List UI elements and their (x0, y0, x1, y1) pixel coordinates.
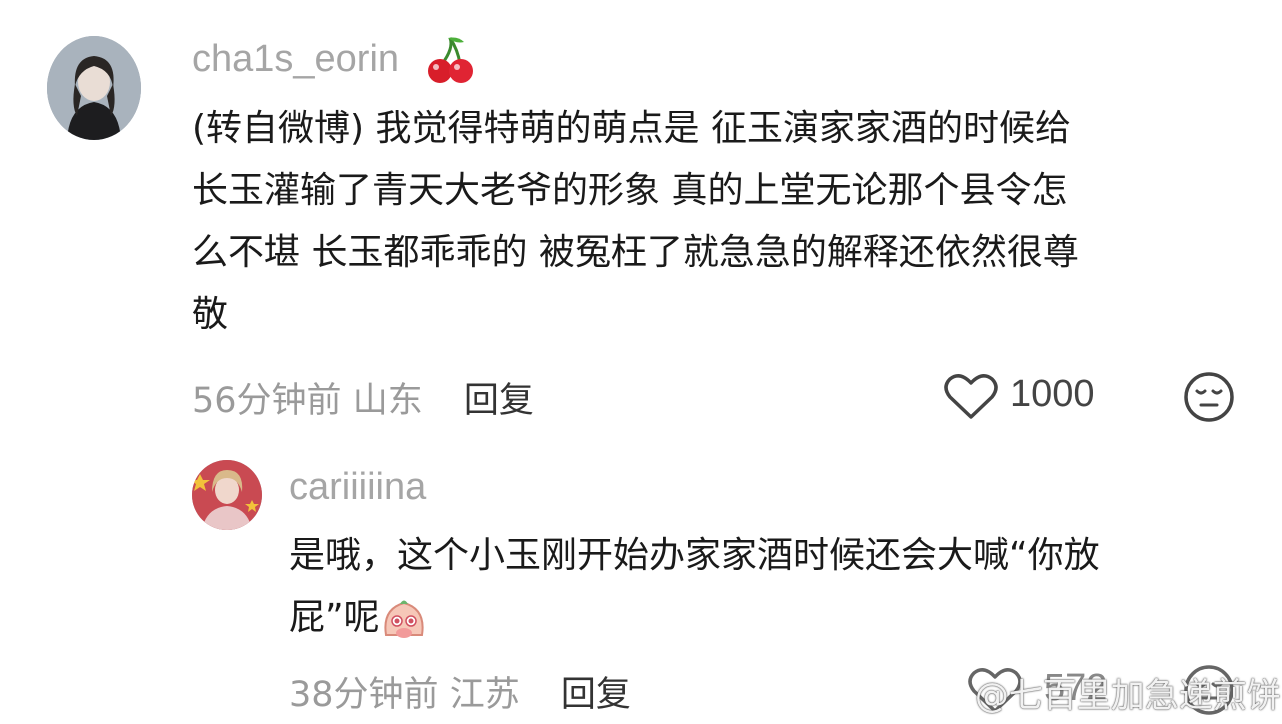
cherry-icon (428, 37, 473, 83)
avatar[interactable] (47, 36, 141, 140)
reply-text: 是哦，这个小玉刚开始办家家酒时候还会大喊“你放 屁”呢 (289, 525, 1249, 649)
location: 江苏 (449, 675, 520, 715)
comment-text: (转自微博) 我觉得特萌的萌点是 征玉演家家酒的时候给 长玉灌输了青天大老爷的形… (192, 98, 1242, 346)
timestamp: 38分钟前 (289, 675, 439, 715)
watermark: @七百里加急递煎饼 (920, 668, 1281, 717)
reply-line-text: 屁”呢 (289, 597, 380, 638)
reply-meta: 38分钟前 江苏 回复 (289, 666, 631, 717)
neutral-face-icon[interactable] (1183, 371, 1235, 423)
reply-line: 屁”呢 (289, 587, 1249, 649)
reply-line: 是哦，这个小玉刚开始办家家酒时候还会大喊“你放 (289, 535, 1100, 576)
reply-button[interactable]: 回复 (464, 381, 534, 421)
timestamp: 56分钟前 (192, 381, 342, 421)
like-count: 1000 (1010, 373, 1095, 415)
comment-line: 么不堪 长玉都乖乖的 被冤枉了就急急的解释还依然很尊 (192, 232, 1079, 273)
username[interactable]: cariiiiina (289, 466, 426, 509)
reply-button[interactable]: 回复 (561, 675, 631, 715)
username[interactable]: cha1s_eorin (192, 38, 399, 81)
location: 山东 (352, 381, 423, 421)
comment-line: 敬 (192, 294, 229, 335)
heart-icon[interactable] (944, 373, 998, 421)
watermark-text: @七百里加急递煎饼 (974, 676, 1281, 716)
weibo-logo-icon (920, 684, 962, 714)
comment-meta: 56分钟前 山东 回复 (192, 372, 534, 423)
crying-bun-emoji (384, 600, 424, 638)
comment-line: 长玉灌输了青天大老爷的形象 真的上堂无论那个县令怎 (192, 170, 1068, 211)
comment-line: (转自微博) 我觉得特萌的萌点是 征玉演家家酒的时候给 (192, 108, 1071, 149)
avatar[interactable] (192, 460, 262, 530)
